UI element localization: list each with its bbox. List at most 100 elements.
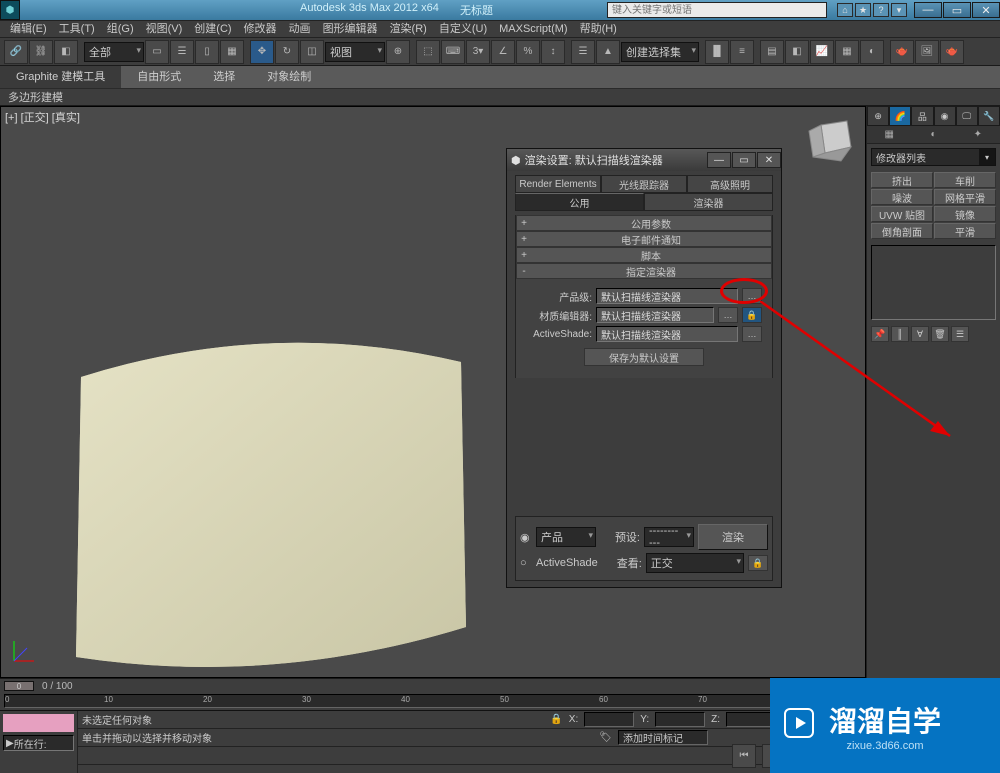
app-icon[interactable]: ⬢	[0, 0, 20, 20]
select-rect-icon[interactable]: ▯	[195, 40, 219, 64]
radio-activeshade[interactable]: ○	[520, 557, 532, 569]
menu-create[interactable]: 创建(C)	[188, 20, 237, 38]
help-icon-4[interactable]: ▾	[891, 3, 907, 17]
named-selection-icon[interactable]: ☰	[571, 40, 595, 64]
modifier-list[interactable]: 修改器列表▾	[871, 148, 996, 166]
ribbon-subbar[interactable]: 多边形建模	[0, 88, 1000, 106]
dialog-min[interactable]: —	[707, 152, 731, 168]
move-icon[interactable]: ✥	[250, 40, 274, 64]
roll-common-params[interactable]: +公用参数	[516, 215, 772, 231]
ribbon-tab-freeform[interactable]: 自由形式	[121, 66, 197, 88]
bind-icon[interactable]: ◧	[54, 40, 78, 64]
close-button[interactable]: ✕	[972, 2, 1000, 18]
tab-common[interactable]: 公用	[515, 193, 644, 211]
field-z[interactable]	[726, 712, 776, 727]
viewcube[interactable]	[807, 117, 855, 165]
menu-render[interactable]: 渲染(R)	[384, 20, 433, 38]
menu-customize[interactable]: 自定义(U)	[433, 20, 493, 38]
menu-tools[interactable]: 工具(T)	[53, 20, 101, 38]
search-input[interactable]	[608, 3, 826, 17]
coord-combo[interactable]: 视图	[325, 42, 385, 62]
tab-adv-lighting[interactable]: 高级照明	[687, 175, 773, 193]
subicon-2[interactable]: ◐	[911, 126, 955, 143]
save-defaults-button[interactable]: 保存为默认设置	[584, 348, 704, 366]
mod-lathe[interactable]: 车削	[934, 172, 996, 188]
mod-smooth[interactable]: 平滑	[934, 223, 996, 239]
angle-snap-icon[interactable]: ∠	[491, 40, 515, 64]
filter-combo[interactable]: 全部	[84, 42, 144, 62]
field-y[interactable]	[655, 712, 705, 727]
lock-selection-icon[interactable]: 🔒	[550, 714, 562, 725]
menu-maxscript[interactable]: MAXScript(M)	[493, 20, 573, 38]
menu-edit[interactable]: 编辑(E)	[4, 20, 53, 38]
window-crossing-icon[interactable]: ▦	[220, 40, 244, 64]
render-frame-icon[interactable]: 🖼	[915, 40, 939, 64]
select-icon[interactable]: ▭	[145, 40, 169, 64]
mirror-tool-icon[interactable]: ▐▌	[705, 40, 729, 64]
lock-view-icon[interactable]: 🔒	[748, 555, 768, 571]
spinner-snap-icon[interactable]: ↕	[541, 40, 565, 64]
keyboard-icon[interactable]: ⌨	[441, 40, 465, 64]
tab-renderer[interactable]: 渲染器	[644, 193, 773, 211]
unlink-icon[interactable]: ⛓	[29, 40, 53, 64]
maximize-button[interactable]: ▭	[943, 2, 971, 18]
tab-raytracer[interactable]: 光线跟踪器	[601, 175, 687, 193]
view-combo[interactable]: 正交	[646, 553, 744, 573]
preset-combo[interactable]: -----------	[644, 527, 694, 547]
viewport-label[interactable]: [+] [正交] [真实]	[5, 109, 80, 125]
menu-modifiers[interactable]: 修改器	[238, 20, 283, 38]
pivot-icon[interactable]: ⊕	[386, 40, 410, 64]
percent-snap-icon[interactable]: %	[516, 40, 540, 64]
manipulate-icon[interactable]: ⬚	[416, 40, 440, 64]
mirror-icon[interactable]: ▲	[596, 40, 620, 64]
roll-scripts[interactable]: +脚本	[516, 247, 772, 263]
select-name-icon[interactable]: ☰	[170, 40, 194, 64]
scale-icon[interactable]: ◫	[300, 40, 324, 64]
snap-toggle-icon[interactable]: 3▾	[466, 40, 490, 64]
ribbon-tab-objpaint[interactable]: 对象绘制	[251, 66, 327, 88]
mod-mirror[interactable]: 镜像	[934, 206, 996, 222]
menu-group[interactable]: 组(G)	[101, 20, 140, 38]
link-icon[interactable]: 🔗	[4, 40, 28, 64]
render-setup-icon[interactable]: 🫖	[890, 40, 914, 64]
mod-meshsmooth[interactable]: 网格平滑	[934, 189, 996, 205]
curve-editor-icon[interactable]: 📈	[810, 40, 834, 64]
rotate-icon[interactable]: ↻	[275, 40, 299, 64]
goto-start-icon[interactable]: ⏮	[732, 744, 756, 768]
maxscript-mini[interactable]	[3, 714, 74, 732]
panel-tab-modify[interactable]: 🌈	[889, 106, 911, 126]
help-icon-1[interactable]: ⌂	[837, 3, 853, 17]
roll-assign-renderer[interactable]: -指定渲染器	[516, 263, 772, 279]
mod-bevel[interactable]: 倒角剖面	[871, 223, 933, 239]
menu-grapheditors[interactable]: 图形编辑器	[317, 20, 384, 38]
ribbon-tab-graphite[interactable]: Graphite 建模工具	[0, 66, 121, 88]
time-slider[interactable]: 0	[4, 681, 34, 691]
footer-product-combo[interactable]: 产品	[536, 527, 596, 547]
panel-tab-create[interactable]: ⊕	[867, 106, 889, 126]
help-icon-3[interactable]: ?	[873, 3, 889, 17]
radio-product[interactable]: ◉	[520, 531, 532, 544]
time-tag-field[interactable]: 添加时间标记	[618, 730, 708, 745]
help-icon-2[interactable]: ★	[855, 3, 871, 17]
menu-view[interactable]: 视图(V)	[140, 20, 189, 38]
mod-uvwmap[interactable]: UVW 贴图	[871, 206, 933, 222]
lock-material-icon[interactable]: 🔒	[742, 307, 762, 323]
panel-tab-motion[interactable]: ◉	[934, 106, 956, 126]
dialog-max[interactable]: ▭	[732, 152, 756, 168]
ribbon-icon[interactable]: ◧	[785, 40, 809, 64]
dialog-close[interactable]: ✕	[757, 152, 781, 168]
subicon-1[interactable]: ▦	[867, 126, 911, 143]
selection-set-combo[interactable]: 创建选择集	[621, 42, 699, 62]
panel-tab-hierarchy[interactable]: 品	[911, 106, 933, 126]
align-icon[interactable]: ≡	[730, 40, 754, 64]
minimize-button[interactable]: —	[914, 2, 942, 18]
schematic-icon[interactable]: ▦	[835, 40, 859, 64]
search-box[interactable]	[607, 2, 827, 18]
pick-material[interactable]: …	[718, 307, 738, 323]
time-tag-icon[interactable]: 🏷	[599, 732, 612, 743]
mod-noise[interactable]: 噪波	[871, 189, 933, 205]
panel-tab-display[interactable]: 🖵	[956, 106, 978, 126]
render-icon[interactable]: 🫖	[940, 40, 964, 64]
menu-help[interactable]: 帮助(H)	[574, 20, 623, 38]
pick-activeshade[interactable]: …	[742, 326, 762, 342]
